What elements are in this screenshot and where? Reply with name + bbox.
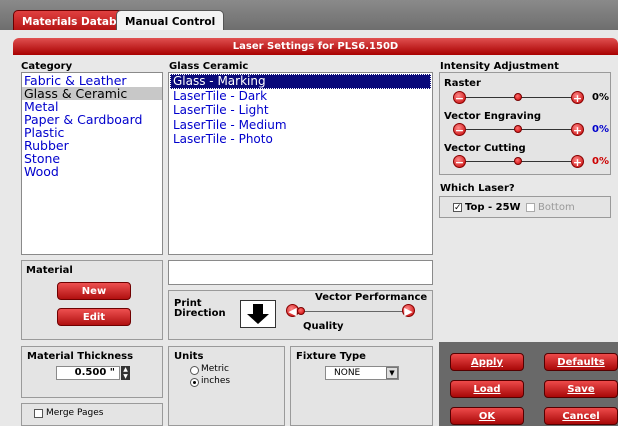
vector-performance-slider[interactable] [299, 311, 403, 312]
vector-cutting-label: Vector Cutting [444, 143, 526, 154]
raster-value: 0% [592, 92, 609, 103]
thickness-label: Material Thickness [27, 351, 134, 362]
units-label: Units [174, 351, 204, 362]
raster-label: Raster [444, 78, 481, 89]
bottom-laser-label: Bottom [538, 202, 575, 213]
stepper-icon[interactable]: ▲ ▼ [121, 366, 130, 380]
minus-icon[interactable]: − [453, 123, 466, 137]
print-direction-label-2: Direction [174, 308, 226, 319]
page-title: Laser Settings for PLS6.150D [13, 38, 618, 55]
list-item[interactable]: Glass - Marking [170, 74, 431, 89]
bottom-laser-checkbox[interactable] [526, 203, 535, 212]
list-item[interactable]: LaserTile - Photo [170, 132, 431, 147]
subcategory-list[interactable]: Glass - Marking LaserTile - Dark LaserTi… [168, 72, 433, 255]
print-direction-button[interactable] [240, 300, 276, 328]
notes-field[interactable] [168, 260, 433, 285]
subcategory-label: Glass Ceramic [169, 61, 249, 72]
slider-knob[interactable] [514, 125, 522, 133]
minus-icon[interactable]: − [453, 155, 466, 169]
category-label: Category [21, 61, 73, 72]
arrow-down-icon [247, 304, 269, 324]
top-laser-label: Top - 25W [465, 202, 521, 213]
plus-icon[interactable]: + [571, 123, 584, 137]
thickness-input[interactable]: 0.500 " [56, 366, 120, 380]
slider-knob[interactable] [514, 157, 522, 165]
new-material-button[interactable]: New [57, 282, 131, 300]
edit-material-button[interactable]: Edit [57, 308, 131, 326]
apply-button[interactable]: Apply [450, 353, 524, 371]
list-item[interactable]: LaserTile - Medium [170, 118, 431, 133]
quality-label: Quality [303, 321, 344, 332]
ok-button[interactable]: OK [450, 407, 524, 425]
intensity-label: Intensity Adjustment [440, 61, 559, 72]
save-button[interactable]: Save [544, 380, 618, 398]
plus-icon[interactable]: + [571, 91, 584, 105]
slider-knob[interactable] [297, 307, 305, 315]
list-item[interactable]: Wood [22, 165, 162, 178]
vector-engraving-label: Vector Engraving [444, 111, 541, 122]
inches-radio[interactable] [190, 378, 199, 387]
list-item[interactable]: LaserTile - Light [170, 103, 431, 118]
defaults-button[interactable]: Defaults [544, 353, 618, 371]
list-item[interactable]: LaserTile - Dark [170, 89, 431, 104]
metric-radio[interactable] [190, 366, 199, 375]
fixture-label: Fixture Type [296, 351, 366, 362]
vector-cutting-value: 0% [592, 156, 609, 167]
arrow-right-icon[interactable]: ▶ [402, 304, 415, 318]
minus-icon[interactable]: − [453, 91, 466, 105]
merge-pages-label: Merge Pages [46, 408, 104, 418]
cancel-button[interactable]: Cancel [544, 407, 618, 425]
vector-engraving-value: 0% [592, 124, 609, 135]
slider-knob[interactable] [514, 93, 522, 101]
vector-performance-label: Vector Performance [315, 292, 428, 303]
inches-label: inches [201, 376, 231, 386]
chevron-down-icon[interactable]: ▼ [386, 367, 398, 379]
material-label: Material [26, 265, 73, 276]
top-laser-checkbox[interactable]: ✓ [453, 203, 462, 213]
which-laser-label: Which Laser? [440, 183, 515, 194]
category-list[interactable]: Fabric & Leather Glass & Ceramic Metal P… [21, 72, 163, 255]
tab-manual-control[interactable]: Manual Control [116, 10, 225, 32]
plus-icon[interactable]: + [571, 155, 584, 169]
merge-pages-checkbox[interactable] [34, 409, 43, 418]
metric-label: Metric [201, 364, 229, 374]
load-button[interactable]: Load [450, 380, 524, 398]
